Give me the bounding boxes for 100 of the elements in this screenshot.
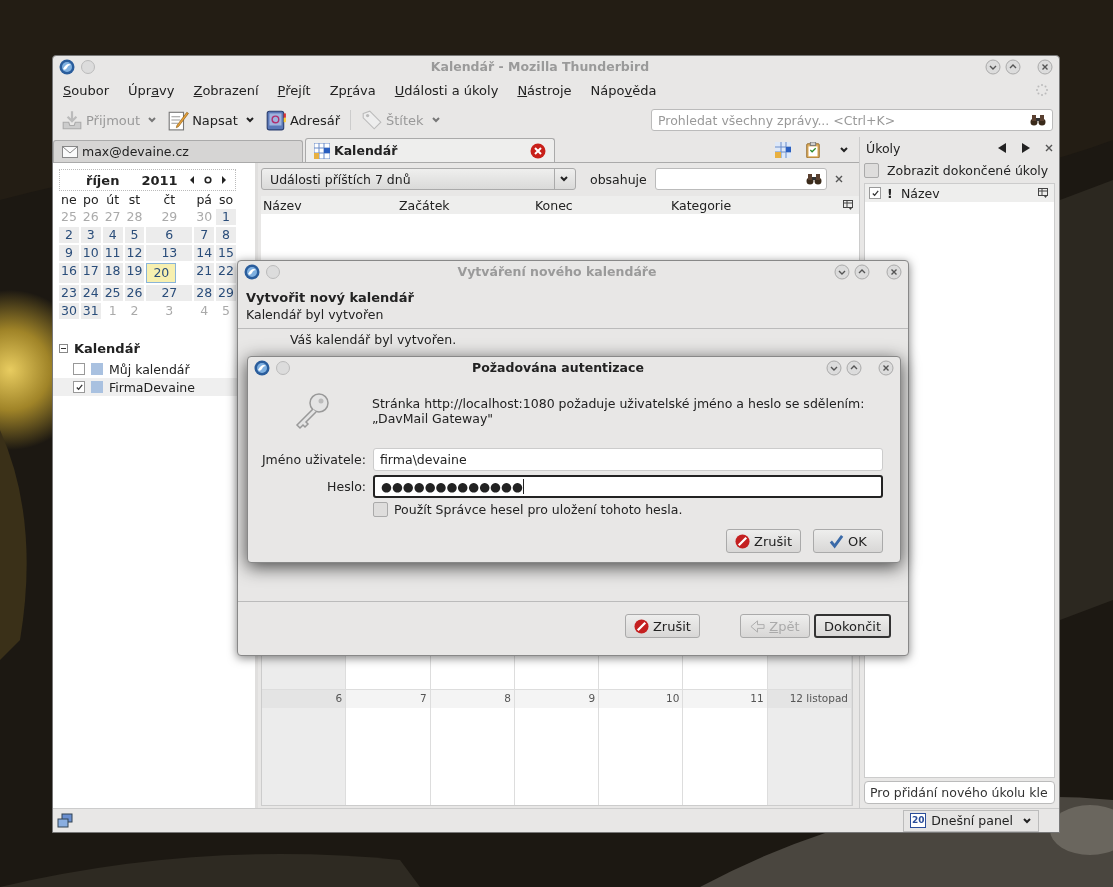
new-task-field[interactable]: Pro přidání nového úkolu kle [864, 781, 1055, 804]
column-picker-icon[interactable] [843, 200, 853, 210]
day-cell[interactable]: 1 [216, 209, 236, 225]
input-field[interactable]: firma\devaine [373, 448, 883, 471]
toolbar-button[interactable]: Adresář [264, 109, 340, 131]
tab[interactable]: max@devaine.cz [53, 140, 303, 162]
previous-arrow-icon[interactable] [997, 142, 1007, 154]
day-cell[interactable]: 10 [80, 245, 101, 261]
column-header[interactable]: Kategorie [669, 197, 805, 213]
day-cell[interactable]: 2 [59, 227, 79, 243]
day-cell[interactable]: 6 [146, 227, 193, 243]
calendar-day-cell[interactable]: 12 listopad [767, 690, 852, 805]
day-cell[interactable]: 25 [102, 285, 123, 301]
day-cell[interactable]: 29 [216, 285, 236, 301]
day-cell[interactable]: 13 [146, 245, 193, 261]
next-arrow-icon[interactable] [1021, 142, 1031, 154]
finish-button[interactable]: Dokončit [813, 614, 891, 638]
toolbar-button[interactable]: Napsat [167, 109, 255, 131]
input-field[interactable]: ●●●●●●●●●●●●● [373, 475, 883, 498]
menu-item[interactable]: Zobrazení [193, 82, 259, 98]
collapse-icon[interactable] [59, 344, 68, 353]
day-cell[interactable]: 11 [102, 245, 123, 261]
priority-column-header[interactable]: ! [887, 185, 895, 201]
close-button[interactable] [878, 359, 894, 376]
day-cell[interactable]: 21 [194, 263, 215, 283]
day-cell[interactable]: 4 [102, 227, 123, 243]
calendar-view-icon[interactable] [775, 142, 791, 158]
day-cell[interactable]: 27 [146, 285, 193, 301]
maximize-button[interactable] [1005, 58, 1021, 75]
search-field[interactable] [654, 168, 827, 190]
calendar-day-cell[interactable]: 8 [430, 690, 515, 805]
day-cell[interactable]: 24 [80, 285, 101, 301]
day-cell[interactable]: 23 [59, 285, 79, 301]
weekday-label: st [127, 193, 142, 207]
clipboard-icon[interactable] [805, 142, 821, 158]
column-header[interactable]: Název [901, 185, 940, 201]
checkbox[interactable] [73, 381, 85, 393]
column-header[interactable]: Název [261, 197, 397, 213]
day-cell[interactable]: 8 [216, 227, 236, 243]
day-cell[interactable]: 28 [194, 285, 215, 301]
day-cell[interactable]: 18 [102, 263, 123, 283]
maximize-button[interactable] [854, 263, 870, 280]
close-icon[interactable] [834, 175, 843, 183]
menu-item[interactable]: Nápověda [590, 82, 657, 98]
close-button[interactable] [886, 263, 902, 280]
column-header[interactable]: Začátek [397, 197, 533, 213]
minimize-button[interactable] [985, 58, 1001, 75]
checkbox[interactable] [864, 162, 879, 178]
checkbox[interactable] [73, 363, 85, 375]
calendar-day-cell[interactable]: 7 [346, 690, 431, 805]
today-pane-button[interactable]: 20 Dnešní panel [903, 809, 1039, 832]
day-cell[interactable]: 14 [194, 245, 215, 261]
menu-item[interactable]: Úpravy [128, 82, 175, 98]
calendar-day-cell[interactable]: 11 [683, 690, 768, 805]
column-header[interactable]: Konec [533, 197, 669, 213]
maximize-button[interactable] [846, 359, 862, 376]
day-cell[interactable]: 31 [80, 303, 101, 319]
day-cell[interactable]: 19 [124, 263, 145, 283]
day-cell[interactable]: 5 [124, 227, 145, 243]
ok-button[interactable]: OK [813, 529, 883, 553]
menu-item[interactable]: Zpráva [329, 82, 376, 98]
day-cell[interactable]: 20 [146, 263, 177, 283]
tab[interactable]: Kalendář [305, 138, 555, 162]
done-column-header[interactable] [869, 187, 881, 199]
month-label[interactable]: říjen [86, 172, 120, 188]
day-cell[interactable]: 16 [59, 263, 79, 283]
calendar-day-cell[interactable] [767, 655, 852, 689]
minimize-button[interactable] [834, 263, 850, 280]
day-cell[interactable]: 3 [80, 227, 101, 243]
cancel-button[interactable]: Zrušit [726, 529, 801, 553]
day-cell[interactable]: 30 [59, 303, 79, 319]
calendar-day-cell[interactable] [262, 655, 347, 689]
cancel-button[interactable]: Zrušit [624, 614, 700, 638]
day-cell[interactable]: 12 [124, 245, 145, 261]
menu-item[interactable]: Události a úkoly [394, 82, 499, 98]
close-tab-icon[interactable] [530, 142, 546, 159]
filter-dropdown[interactable]: Události příštích 7 dnů [261, 168, 576, 190]
checkmark-icon [74, 382, 84, 392]
calendar-day-cell[interactable]: 6 [262, 690, 347, 805]
next-arrow-icon[interactable] [219, 175, 228, 185]
day-cell[interactable]: 9 [59, 245, 79, 261]
menu-item[interactable]: Soubor [63, 82, 109, 98]
checkbox[interactable] [373, 502, 388, 517]
minimize-button[interactable] [826, 359, 842, 376]
day-cell[interactable]: 26 [124, 285, 145, 301]
day-cell[interactable]: 22 [216, 263, 236, 283]
calendar-day-cell[interactable]: 10 [599, 690, 684, 805]
day-cell[interactable]: 7 [194, 227, 215, 243]
year-label[interactable]: 2011 [141, 172, 178, 188]
search-icon[interactable] [805, 173, 822, 185]
search-icon[interactable] [1030, 114, 1046, 126]
menu-item[interactable]: Nástroje [517, 82, 572, 98]
column-picker-icon[interactable] [1038, 188, 1048, 198]
calendar-day-cell[interactable]: 9 [514, 690, 600, 805]
close-button[interactable] [1037, 58, 1053, 75]
today-circle-icon[interactable] [203, 175, 212, 185]
close-icon[interactable] [1045, 144, 1053, 152]
day-cell[interactable]: 17 [80, 263, 101, 283]
day-cell[interactable]: 15 [216, 245, 236, 261]
menu-item[interactable]: Přejít [277, 82, 311, 98]
